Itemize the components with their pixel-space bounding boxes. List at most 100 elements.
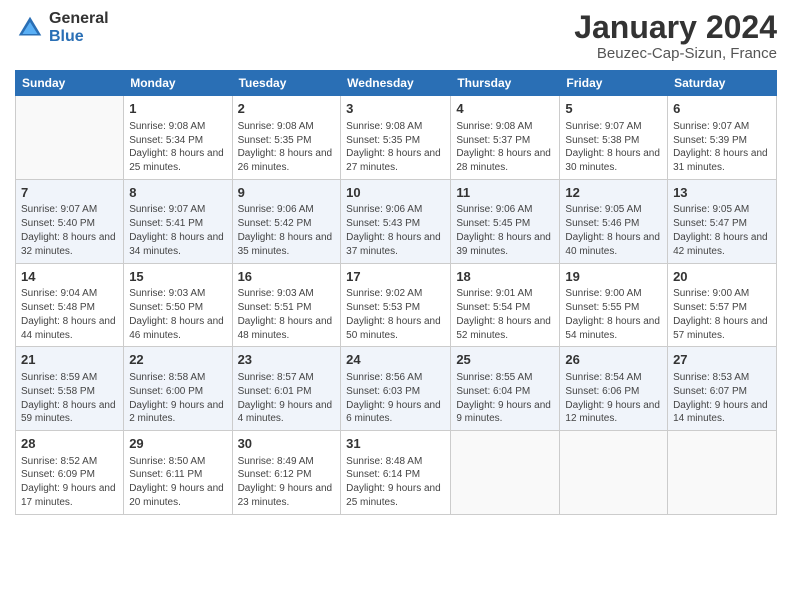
day-info: Sunrise: 9:06 AMSunset: 5:45 PMDaylight:… [456, 203, 554, 258]
day-header-saturday: Saturday [668, 71, 777, 96]
day-cell [560, 431, 668, 515]
day-cell: 3 Sunrise: 9:08 AMSunset: 5:35 PMDayligh… [341, 96, 451, 180]
day-info: Sunrise: 8:53 AMSunset: 6:07 PMDaylight:… [673, 371, 771, 426]
day-number: 6 [673, 100, 771, 118]
day-number: 14 [21, 268, 118, 286]
day-info: Sunrise: 9:00 AMSunset: 5:57 PMDaylight:… [673, 287, 771, 342]
day-cell: 8 Sunrise: 9:07 AMSunset: 5:41 PMDayligh… [124, 179, 232, 263]
location: Beuzec-Cap-Sizun, France [574, 45, 777, 62]
day-cell [16, 96, 124, 180]
day-cell: 28 Sunrise: 8:52 AMSunset: 6:09 PMDaylig… [16, 431, 124, 515]
day-cell: 24 Sunrise: 8:56 AMSunset: 6:03 PMDaylig… [341, 347, 451, 431]
day-number: 30 [238, 435, 336, 453]
day-cell: 14 Sunrise: 9:04 AMSunset: 5:48 PMDaylig… [16, 263, 124, 347]
page-header: General Blue January 2024 Beuzec-Cap-Siz… [15, 10, 777, 62]
day-number: 19 [565, 268, 662, 286]
day-header-monday: Monday [124, 71, 232, 96]
day-number: 5 [565, 100, 662, 118]
day-cell: 2 Sunrise: 9:08 AMSunset: 5:35 PMDayligh… [232, 96, 341, 180]
day-number: 27 [673, 351, 771, 369]
day-number: 20 [673, 268, 771, 286]
day-info: Sunrise: 8:50 AMSunset: 6:11 PMDaylight:… [129, 455, 226, 510]
day-cell [668, 431, 777, 515]
day-cell: 31 Sunrise: 8:48 AMSunset: 6:14 PMDaylig… [341, 431, 451, 515]
day-cell: 20 Sunrise: 9:00 AMSunset: 5:57 PMDaylig… [668, 263, 777, 347]
day-header-wednesday: Wednesday [341, 71, 451, 96]
day-cell: 15 Sunrise: 9:03 AMSunset: 5:50 PMDaylig… [124, 263, 232, 347]
logo-text: General Blue [49, 10, 109, 46]
day-number: 13 [673, 184, 771, 202]
day-number: 22 [129, 351, 226, 369]
day-cell: 4 Sunrise: 9:08 AMSunset: 5:37 PMDayligh… [451, 96, 560, 180]
day-number: 17 [346, 268, 445, 286]
day-number: 7 [21, 184, 118, 202]
day-cell: 7 Sunrise: 9:07 AMSunset: 5:40 PMDayligh… [16, 179, 124, 263]
day-number: 26 [565, 351, 662, 369]
calendar-table: SundayMondayTuesdayWednesdayThursdayFrid… [15, 70, 777, 515]
day-header-tuesday: Tuesday [232, 71, 341, 96]
day-number: 23 [238, 351, 336, 369]
day-number: 3 [346, 100, 445, 118]
day-cell: 21 Sunrise: 8:59 AMSunset: 5:58 PMDaylig… [16, 347, 124, 431]
day-cell: 25 Sunrise: 8:55 AMSunset: 6:04 PMDaylig… [451, 347, 560, 431]
day-info: Sunrise: 9:07 AMSunset: 5:41 PMDaylight:… [129, 203, 226, 258]
day-info: Sunrise: 9:05 AMSunset: 5:46 PMDaylight:… [565, 203, 662, 258]
week-row-5: 28 Sunrise: 8:52 AMSunset: 6:09 PMDaylig… [16, 431, 777, 515]
day-info: Sunrise: 9:08 AMSunset: 5:37 PMDaylight:… [456, 120, 554, 175]
logo-icon [15, 13, 45, 43]
day-info: Sunrise: 9:08 AMSunset: 5:35 PMDaylight:… [346, 120, 445, 175]
week-row-2: 7 Sunrise: 9:07 AMSunset: 5:40 PMDayligh… [16, 179, 777, 263]
day-cell: 27 Sunrise: 8:53 AMSunset: 6:07 PMDaylig… [668, 347, 777, 431]
day-info: Sunrise: 9:04 AMSunset: 5:48 PMDaylight:… [21, 287, 118, 342]
day-number: 31 [346, 435, 445, 453]
day-cell: 16 Sunrise: 9:03 AMSunset: 5:51 PMDaylig… [232, 263, 341, 347]
day-info: Sunrise: 9:08 AMSunset: 5:35 PMDaylight:… [238, 120, 336, 175]
day-header-row: SundayMondayTuesdayWednesdayThursdayFrid… [16, 71, 777, 96]
day-cell: 11 Sunrise: 9:06 AMSunset: 5:45 PMDaylig… [451, 179, 560, 263]
day-number: 16 [238, 268, 336, 286]
day-cell: 23 Sunrise: 8:57 AMSunset: 6:01 PMDaylig… [232, 347, 341, 431]
day-info: Sunrise: 9:03 AMSunset: 5:51 PMDaylight:… [238, 287, 336, 342]
day-info: Sunrise: 8:58 AMSunset: 6:00 PMDaylight:… [129, 371, 226, 426]
day-number: 25 [456, 351, 554, 369]
day-info: Sunrise: 9:00 AMSunset: 5:55 PMDaylight:… [565, 287, 662, 342]
day-info: Sunrise: 9:03 AMSunset: 5:50 PMDaylight:… [129, 287, 226, 342]
page-container: General Blue January 2024 Beuzec-Cap-Siz… [0, 0, 792, 612]
day-info: Sunrise: 9:01 AMSunset: 5:54 PMDaylight:… [456, 287, 554, 342]
day-header-friday: Friday [560, 71, 668, 96]
day-cell: 17 Sunrise: 9:02 AMSunset: 5:53 PMDaylig… [341, 263, 451, 347]
day-info: Sunrise: 9:08 AMSunset: 5:34 PMDaylight:… [129, 120, 226, 175]
day-info: Sunrise: 8:52 AMSunset: 6:09 PMDaylight:… [21, 455, 118, 510]
day-cell: 6 Sunrise: 9:07 AMSunset: 5:39 PMDayligh… [668, 96, 777, 180]
day-cell: 30 Sunrise: 8:49 AMSunset: 6:12 PMDaylig… [232, 431, 341, 515]
day-cell: 1 Sunrise: 9:08 AMSunset: 5:34 PMDayligh… [124, 96, 232, 180]
day-info: Sunrise: 9:07 AMSunset: 5:38 PMDaylight:… [565, 120, 662, 175]
week-row-3: 14 Sunrise: 9:04 AMSunset: 5:48 PMDaylig… [16, 263, 777, 347]
day-number: 2 [238, 100, 336, 118]
day-number: 12 [565, 184, 662, 202]
day-number: 24 [346, 351, 445, 369]
day-cell: 22 Sunrise: 8:58 AMSunset: 6:00 PMDaylig… [124, 347, 232, 431]
day-info: Sunrise: 9:06 AMSunset: 5:43 PMDaylight:… [346, 203, 445, 258]
week-row-1: 1 Sunrise: 9:08 AMSunset: 5:34 PMDayligh… [16, 96, 777, 180]
day-number: 9 [238, 184, 336, 202]
day-number: 18 [456, 268, 554, 286]
day-info: Sunrise: 8:55 AMSunset: 6:04 PMDaylight:… [456, 371, 554, 426]
day-info: Sunrise: 8:48 AMSunset: 6:14 PMDaylight:… [346, 455, 445, 510]
day-cell: 5 Sunrise: 9:07 AMSunset: 5:38 PMDayligh… [560, 96, 668, 180]
day-info: Sunrise: 9:02 AMSunset: 5:53 PMDaylight:… [346, 287, 445, 342]
day-cell: 19 Sunrise: 9:00 AMSunset: 5:55 PMDaylig… [560, 263, 668, 347]
day-info: Sunrise: 9:07 AMSunset: 5:40 PMDaylight:… [21, 203, 118, 258]
month-title: January 2024 [574, 10, 777, 45]
day-number: 15 [129, 268, 226, 286]
day-info: Sunrise: 8:54 AMSunset: 6:06 PMDaylight:… [565, 371, 662, 426]
logo: General Blue [15, 10, 109, 46]
day-cell: 9 Sunrise: 9:06 AMSunset: 5:42 PMDayligh… [232, 179, 341, 263]
day-cell: 13 Sunrise: 9:05 AMSunset: 5:47 PMDaylig… [668, 179, 777, 263]
day-cell: 12 Sunrise: 9:05 AMSunset: 5:46 PMDaylig… [560, 179, 668, 263]
day-info: Sunrise: 9:07 AMSunset: 5:39 PMDaylight:… [673, 120, 771, 175]
day-header-thursday: Thursday [451, 71, 560, 96]
day-info: Sunrise: 9:05 AMSunset: 5:47 PMDaylight:… [673, 203, 771, 258]
day-number: 10 [346, 184, 445, 202]
week-row-4: 21 Sunrise: 8:59 AMSunset: 5:58 PMDaylig… [16, 347, 777, 431]
